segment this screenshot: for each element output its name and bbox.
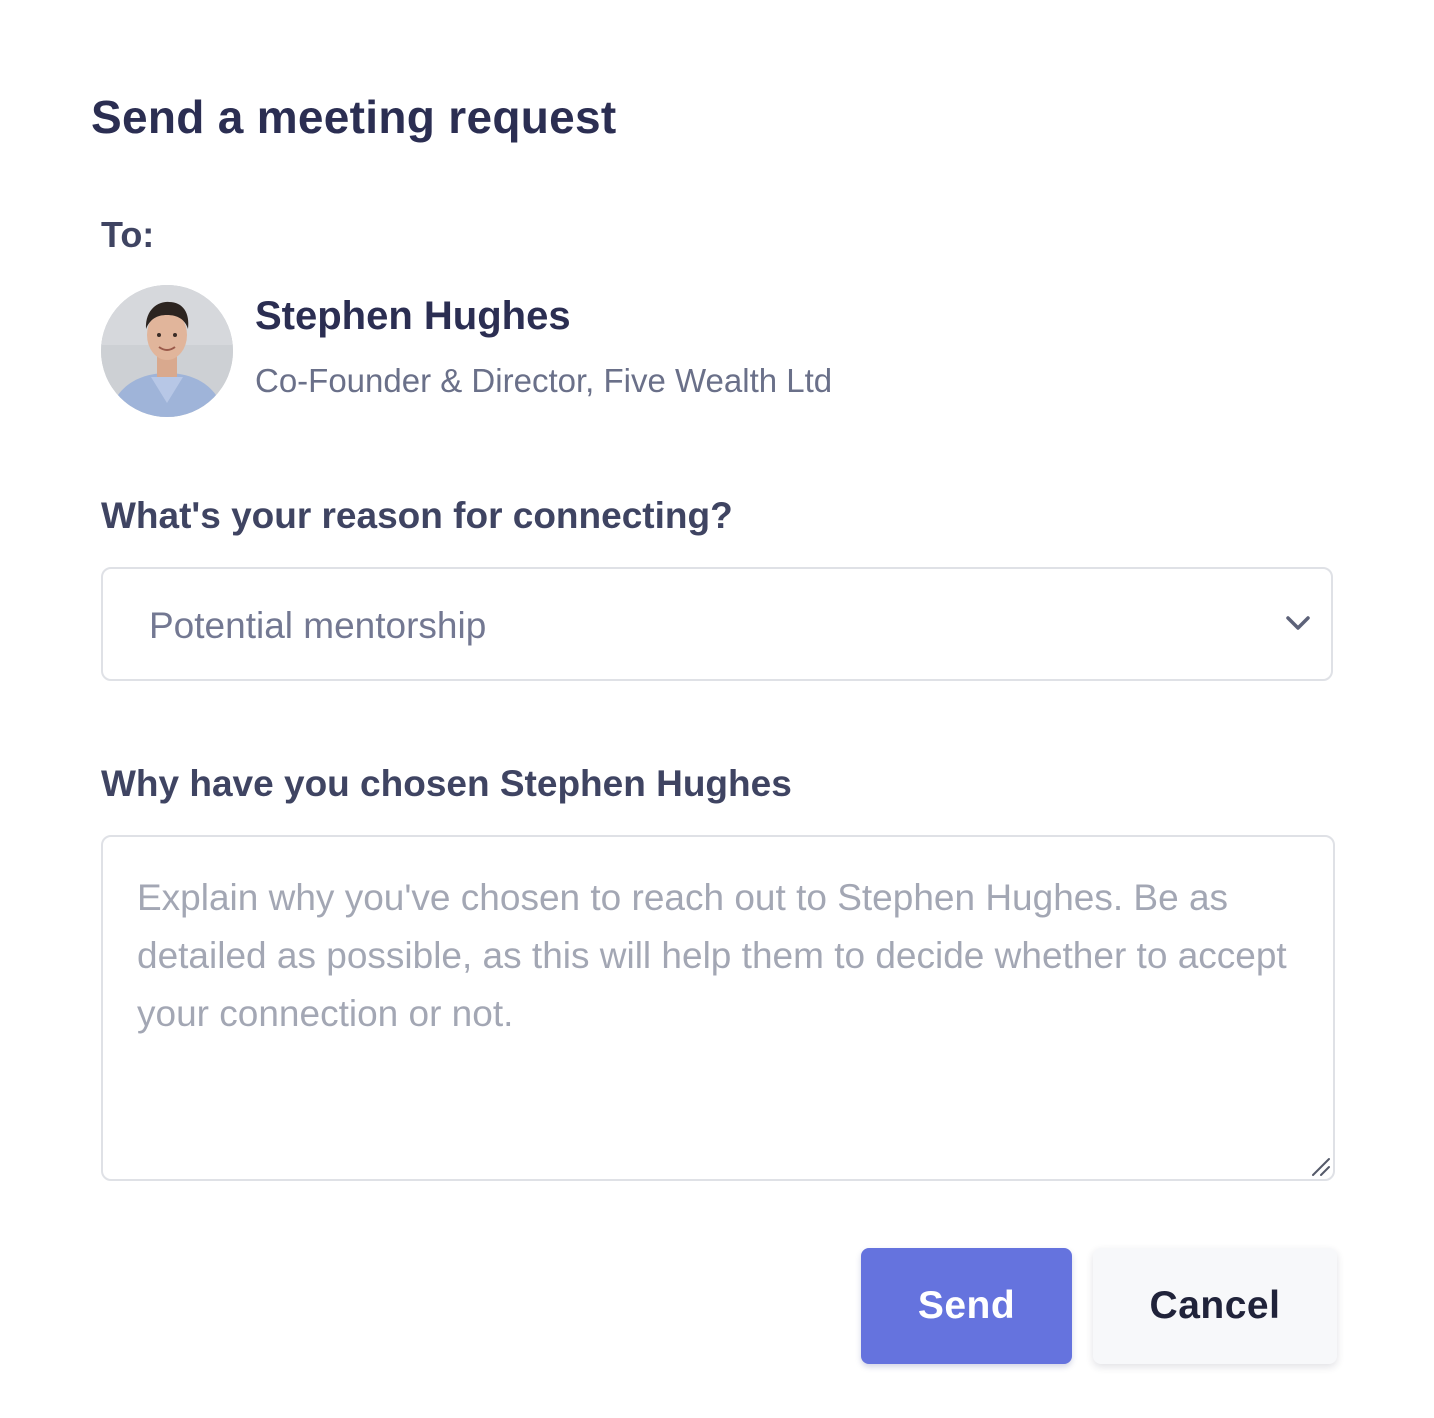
avatar bbox=[101, 285, 233, 417]
cancel-button[interactable]: Cancel bbox=[1093, 1248, 1337, 1364]
reason-selected-value: Potential mentorship bbox=[149, 605, 487, 646]
send-button[interactable]: Send bbox=[861, 1248, 1072, 1364]
recipient-name: Stephen Hughes bbox=[255, 294, 571, 338]
recipient-role: Co-Founder & Director, Five Wealth Ltd bbox=[255, 362, 833, 399]
avatar-photo bbox=[101, 285, 233, 417]
chevron-down-icon bbox=[1286, 616, 1310, 630]
to-label: To: bbox=[101, 214, 155, 255]
reason-label: What's your reason for connecting? bbox=[101, 495, 733, 536]
reason-select[interactable]: Potential mentorship bbox=[101, 567, 1333, 681]
why-textarea[interactable]: Explain why you've chosen to reach out t… bbox=[101, 835, 1335, 1181]
resize-handle-icon[interactable] bbox=[1307, 1153, 1331, 1177]
dialog-title: Send a meeting request bbox=[91, 91, 617, 143]
meeting-request-dialog: Send a meeting request To: Stephen Hughe… bbox=[0, 0, 1434, 1418]
why-textarea-placeholder: Explain why you've chosen to reach out t… bbox=[137, 877, 1287, 1034]
why-label: Why have you chosen Stephen Hughes bbox=[101, 763, 792, 804]
